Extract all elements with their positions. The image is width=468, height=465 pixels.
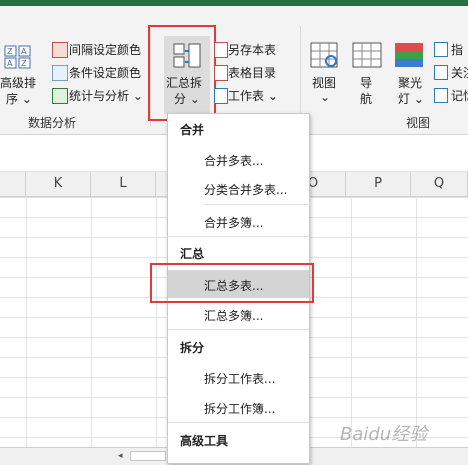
view-button[interactable]: 视图 bbox=[312, 74, 336, 91]
watermark: Baidu经验 bbox=[340, 424, 428, 445]
navigation-icon bbox=[352, 42, 382, 70]
interval-color-button[interactable]: 间隔设定颜色 bbox=[69, 41, 141, 58]
menu-item-merge-workbooks[interactable]: 合并多簿... bbox=[204, 214, 263, 231]
scroll-left-icon[interactable]: ◂ bbox=[118, 450, 128, 462]
menu-item-categorized-merge-sheets[interactable]: 分类合并多表... bbox=[204, 181, 287, 198]
menu-item-merge-sheets[interactable]: 合并多表... bbox=[204, 152, 263, 169]
menu-section-header-split: 拆分 bbox=[180, 341, 205, 355]
svg-text:A: A bbox=[7, 59, 13, 68]
menu-item-split-worksheet[interactable]: 拆分工作表... bbox=[204, 370, 275, 387]
menu-item-summarize-workbooks[interactable]: 汇总多簿... bbox=[204, 307, 263, 324]
highlight-box-ribbon-button bbox=[148, 25, 216, 121]
svg-text:Z: Z bbox=[7, 47, 13, 56]
focus-icon bbox=[434, 65, 448, 80]
sort-button-label-2[interactable]: 序 ⌄ bbox=[6, 90, 32, 107]
menu-divider bbox=[168, 329, 309, 330]
pointer-icon bbox=[434, 42, 448, 57]
column-header-k[interactable]: K bbox=[26, 172, 91, 196]
memory-icon bbox=[434, 88, 448, 103]
menu-divider bbox=[204, 204, 310, 205]
group-label-view: 视图 bbox=[406, 116, 431, 130]
view-button-chevron[interactable]: ⌄ bbox=[320, 90, 330, 104]
navigation-button-2[interactable]: 航 bbox=[360, 90, 372, 107]
interval-color-icon bbox=[52, 42, 68, 58]
svg-text:Z: Z bbox=[21, 59, 27, 68]
menu-divider bbox=[168, 236, 309, 237]
column-header-p[interactable]: P bbox=[346, 172, 411, 196]
pointer-button[interactable]: 指 bbox=[451, 41, 463, 58]
svg-text:A: A bbox=[21, 47, 27, 56]
conditional-color-button[interactable]: 条件设定颜色 bbox=[69, 64, 141, 81]
sort-az-icon: Z A A Z bbox=[2, 44, 36, 72]
memory-button[interactable]: 记忆 bbox=[451, 87, 468, 104]
column-header-l[interactable]: L bbox=[91, 172, 156, 196]
statistics-button[interactable]: 统计与分析 ⌄ bbox=[69, 87, 143, 104]
view-icon bbox=[310, 42, 340, 70]
sheet-directory-button[interactable]: 表格目录 bbox=[228, 64, 276, 81]
group-label-data-analysis: 数据分析 bbox=[28, 116, 77, 130]
conditional-color-icon bbox=[52, 65, 68, 81]
spotlight-button-2[interactable]: 灯 ⌄ bbox=[398, 90, 424, 107]
horizontal-scrollbar[interactable] bbox=[130, 451, 166, 461]
save-sheet-button[interactable]: 另存本表 bbox=[228, 41, 276, 58]
menu-section-header-advanced-tools: 高级工具 bbox=[180, 434, 229, 448]
sort-button-label[interactable]: 高级排 bbox=[0, 74, 36, 91]
spotlight-icon bbox=[394, 42, 424, 70]
spotlight-button[interactable]: 聚光 bbox=[398, 74, 422, 91]
menu-section-header-merge: 合并 bbox=[180, 123, 205, 137]
save-sheet-icon bbox=[214, 42, 228, 58]
navigation-button[interactable]: 导 bbox=[360, 74, 372, 91]
worksheet-icon bbox=[214, 88, 228, 104]
sheet-directory-icon bbox=[214, 65, 228, 81]
menu-divider bbox=[168, 422, 309, 423]
ribbon-separator bbox=[300, 26, 301, 126]
statistics-icon bbox=[52, 88, 68, 104]
highlight-box-menu-item bbox=[150, 263, 314, 303]
column-header-q[interactable]: Q bbox=[411, 172, 468, 196]
menu-section-header-summary: 汇总 bbox=[180, 247, 205, 261]
worksheet-button[interactable]: 工作表 ⌄ bbox=[228, 87, 278, 104]
focus-button[interactable]: 关注 bbox=[451, 64, 468, 81]
row-header-corner bbox=[0, 172, 26, 196]
menu-item-split-workbook[interactable]: 拆分工作簿... bbox=[204, 400, 275, 417]
